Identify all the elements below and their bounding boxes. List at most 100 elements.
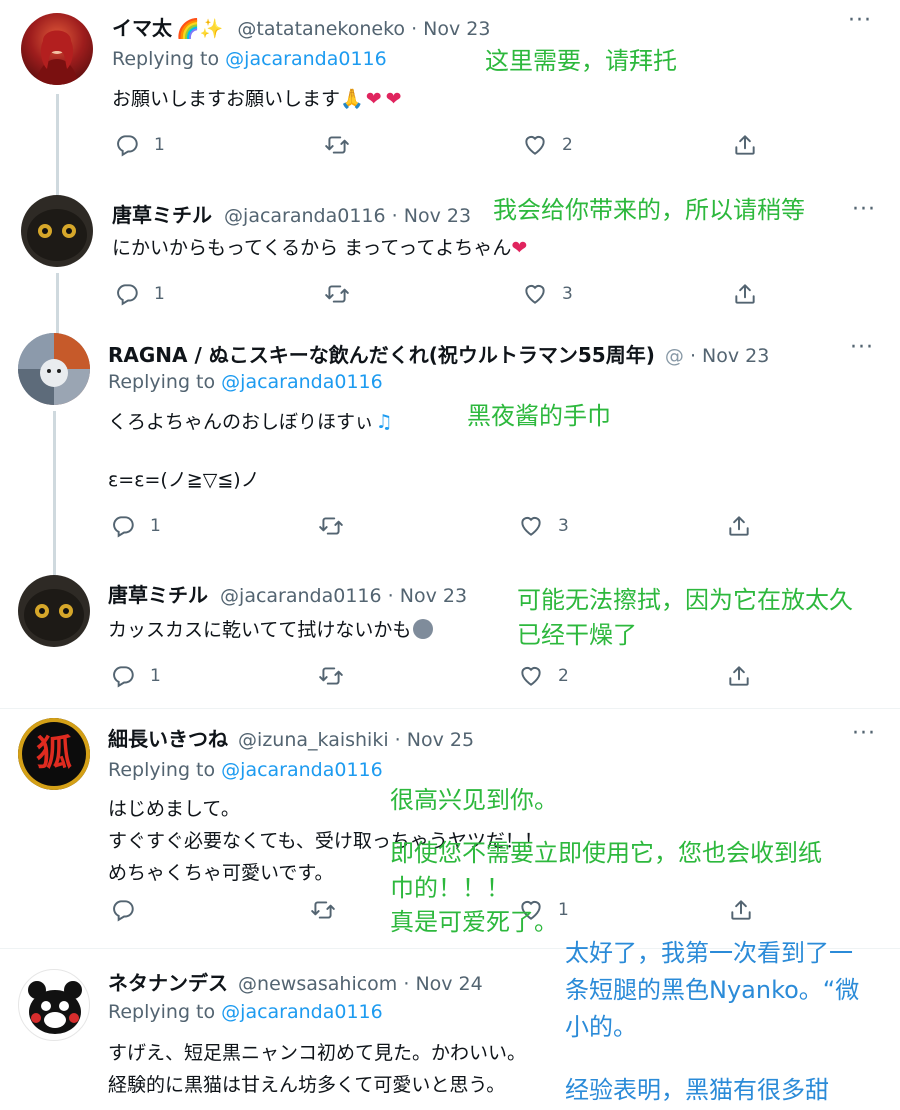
sparkles-emoji: ✨ [199,18,224,40]
like-button[interactable]: 3 [522,281,573,307]
tweet-actions: 1 2 [112,132,762,162]
tweet-date[interactable]: · Nov 23 [388,585,467,607]
replying-to: Replying to @jacaranda0116 [112,48,387,70]
retweet-button[interactable] [318,663,344,689]
text-line: すげえ、短足黒ニャンコ初めて見た。かわいい。 [108,1042,527,1064]
like-count: 3 [562,284,573,304]
avatar[interactable] [18,969,90,1041]
like-button[interactable]: 2 [518,663,569,689]
share-button[interactable] [732,281,758,307]
display-name[interactable]: 細長いきつね [108,727,228,751]
retweet-button[interactable] [318,513,344,539]
more-options-icon[interactable]: ··· [852,721,876,746]
tweet-date[interactable]: · Nov 25 [395,729,474,751]
tweet-date[interactable]: · Nov 24 [403,973,482,995]
note-line: 经验表明，黑猫有很多甜 [565,1076,829,1104]
display-name[interactable]: RAGNA / ぬこスキーな飲んだくれ(祝ウルトラマン55周年) [108,343,655,367]
more-options-icon[interactable]: ··· [850,335,874,360]
username[interactable]: @newsasahicom [238,973,397,995]
like-count: 2 [558,666,569,686]
reply-button[interactable]: 1 [114,281,165,307]
reply-count: 1 [154,284,165,304]
reply-icon [114,281,140,307]
tweet-date[interactable]: · Nov 23 [392,205,471,227]
reply-button[interactable]: 1 [110,513,161,539]
display-name[interactable]: イマ太 [112,16,172,40]
retweet-button[interactable] [310,897,336,923]
tweet-header: 唐草ミチル @jacaranda0116 · Nov 23 [112,199,471,228]
tweet-text: すげえ、短足黒ニャンコ初めて見た。かわいい。 経験的に黒猫は甘えん坊多くて可愛い… [108,1037,526,1101]
username[interactable]: @tatatanekoneko [237,18,405,40]
share-icon [732,281,758,307]
replying-to: Replying to @jacaranda0116 [108,1001,383,1023]
tweet-text: お願いしますお願いします🙏 ❤ ❤ [112,84,402,111]
reply-icon [110,663,136,689]
tweet[interactable]: イマ太 🌈✨ @tatatanekoneko · Nov 23 ··· Reply… [0,0,900,186]
note-line: 小的。 [565,1013,637,1041]
reply-icon [114,132,140,158]
more-options-icon[interactable]: ··· [848,8,872,33]
share-button[interactable] [726,513,752,539]
username[interactable]: @ [665,345,684,367]
musical-notes-emoji: ♫ [375,411,393,433]
tweet[interactable]: 狐 細長いきつね @izuna_kaishiki · Nov 25 ··· Re… [0,708,900,949]
like-button[interactable]: 3 [518,513,569,539]
replying-handle[interactable]: @jacaranda0116 [225,48,387,70]
reply-button[interactable]: 1 [114,132,165,158]
retweet-button[interactable] [324,281,350,307]
tweet-date[interactable]: · Nov 23 [411,18,490,40]
tweet-date[interactable]: · Nov 23 [690,345,769,367]
reply-count: 1 [154,135,165,155]
like-button[interactable]: 2 [522,132,573,158]
heart-icon: ❤ [511,237,528,259]
avatar-image [35,30,79,85]
tweet-header: 細長いきつね @izuna_kaishiki · Nov 25 [108,723,474,752]
tweet[interactable]: RAGNA / ぬこスキーな飲んだくれ(祝ウルトラマン55周年) @ · Nov… [0,325,900,563]
translation-note: 黑夜酱的手巾 [467,399,611,434]
note-line: 可能无法擦拭，因为它在放太久 [517,586,853,614]
avatar[interactable] [18,575,90,647]
replying-handle[interactable]: @jacaranda0116 [221,1001,383,1023]
thread-line [56,185,59,195]
like-icon [522,281,548,307]
heart-icon: ❤ [385,88,402,110]
retweet-button[interactable] [324,132,350,158]
note-line: 太好了，我第一次看到了一 [565,939,853,967]
avatar[interactable] [21,195,93,267]
translation-note: 太好了，我第一次看到了一 条短腿的黑色Nyanko。“微 小的。 [565,935,859,1046]
reply-button[interactable] [110,897,136,923]
more-options-icon[interactable]: ··· [852,197,876,222]
replying-handle[interactable]: @jacaranda0116 [221,759,383,781]
folded-hands-emoji: 🙏 [340,88,364,110]
tweet[interactable]: 唐草ミチル @jacaranda0116 · Nov 23 可能无法擦拭，因为它… [0,563,900,708]
display-name[interactable]: 唐草ミチル [108,583,208,607]
tweet[interactable]: ネタナンデス @newsasahicom · Nov 24 Replying t… [0,939,900,1110]
share-icon [732,132,758,158]
username[interactable]: @jacaranda0116 [220,585,382,607]
face-emoji [413,619,434,639]
note-line: 这里需要，请拜托 [485,47,677,75]
display-name[interactable]: 唐草ミチル [112,203,212,227]
username[interactable]: @jacaranda0116 [224,205,386,227]
username[interactable]: @izuna_kaishiki [238,729,389,751]
avatar[interactable] [18,333,90,405]
thread-line [56,273,59,325]
display-name[interactable]: ネタナンデス [108,971,228,995]
reply-button[interactable]: 1 [110,663,161,689]
share-button[interactable] [732,132,758,158]
avatar[interactable]: 狐 [18,718,90,790]
share-icon [726,513,752,539]
note-line: 即使您不需要立即使用它，您也会收到纸 [390,838,822,867]
note-line: 已经干燥了 [517,620,637,649]
heart-icon: ❤ [365,88,382,110]
avatar[interactable] [21,13,93,85]
avatar-image [28,981,82,1034]
replying-handle[interactable]: @jacaranda0116 [221,371,383,393]
tweet-actions: 1 2 [108,663,758,693]
thread-line [56,94,59,186]
avatar-fox-kanji: 狐 [35,733,72,774]
translation-note: 我会给你带来的，所以请稍等 [493,193,805,228]
tweet[interactable]: 唐草ミチル @jacaranda0116 · Nov 23 ··· 我会给你带来… [0,185,900,325]
share-button[interactable] [726,663,752,689]
like-count: 3 [558,516,569,536]
